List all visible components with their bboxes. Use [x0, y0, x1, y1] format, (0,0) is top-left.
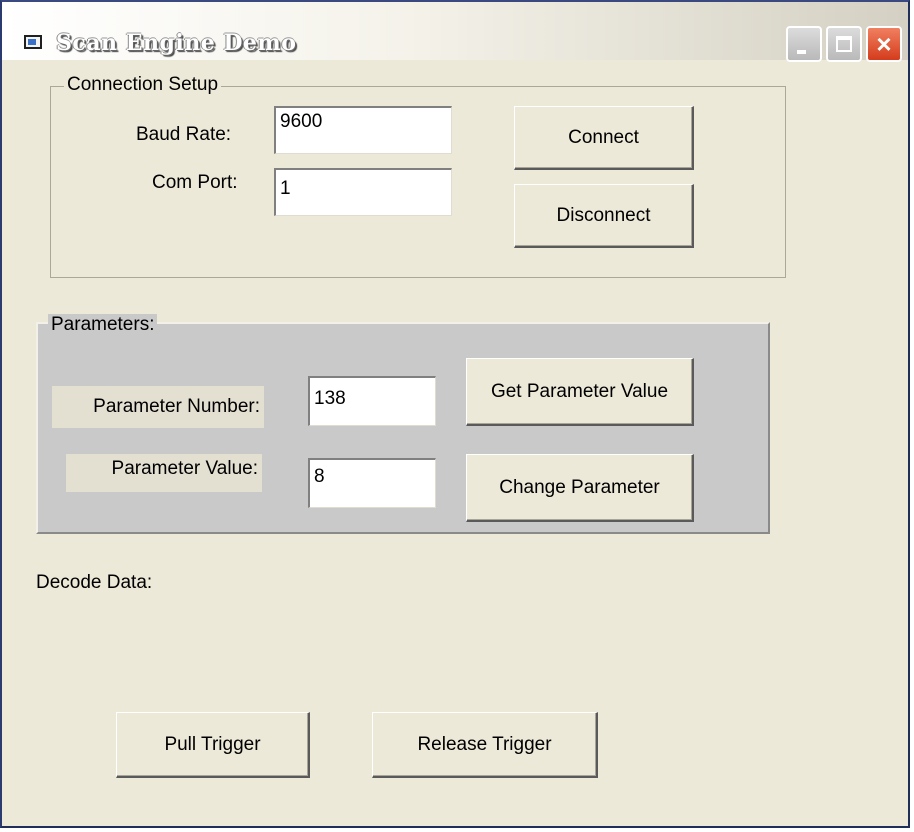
- title-bar[interactable]: Scan Engine Demo ×: [2, 2, 908, 62]
- maximize-icon: [836, 36, 852, 52]
- maximize-button[interactable]: [826, 26, 862, 62]
- disconnect-button[interactable]: Disconnect: [514, 184, 694, 248]
- parameter-number-label: Parameter Number:: [52, 386, 264, 428]
- get-parameter-value-button[interactable]: Get Parameter Value: [466, 358, 694, 426]
- baud-rate-label: Baud Rate:: [136, 124, 232, 145]
- release-trigger-button[interactable]: Release Trigger: [372, 712, 598, 778]
- window-title: Scan Engine Demo: [56, 30, 297, 56]
- pull-trigger-button[interactable]: Pull Trigger: [116, 712, 310, 778]
- app-window: Scan Engine Demo × Connection Setup Baud…: [0, 0, 910, 828]
- parameters-legend: Parameters:: [48, 314, 158, 336]
- change-parameter-button[interactable]: Change Parameter: [466, 454, 694, 522]
- decode-data-label: Decode Data:: [36, 572, 153, 593]
- parameter-value-input[interactable]: 8: [308, 458, 436, 508]
- minimize-button[interactable]: [786, 26, 822, 62]
- connection-setup-legend: Connection Setup: [64, 74, 222, 96]
- com-port-label: Com Port:: [152, 172, 238, 193]
- close-icon: ×: [876, 29, 892, 59]
- com-port-input[interactable]: 1: [274, 168, 452, 216]
- minimize-icon: [797, 50, 806, 54]
- connect-button[interactable]: Connect: [514, 106, 694, 170]
- app-window-icon[interactable]: [24, 35, 42, 49]
- baud-rate-input[interactable]: 9600: [274, 106, 452, 154]
- close-button[interactable]: ×: [866, 26, 902, 62]
- parameter-number-input[interactable]: 138: [308, 376, 436, 426]
- parameter-value-label: Parameter Value:: [66, 454, 262, 492]
